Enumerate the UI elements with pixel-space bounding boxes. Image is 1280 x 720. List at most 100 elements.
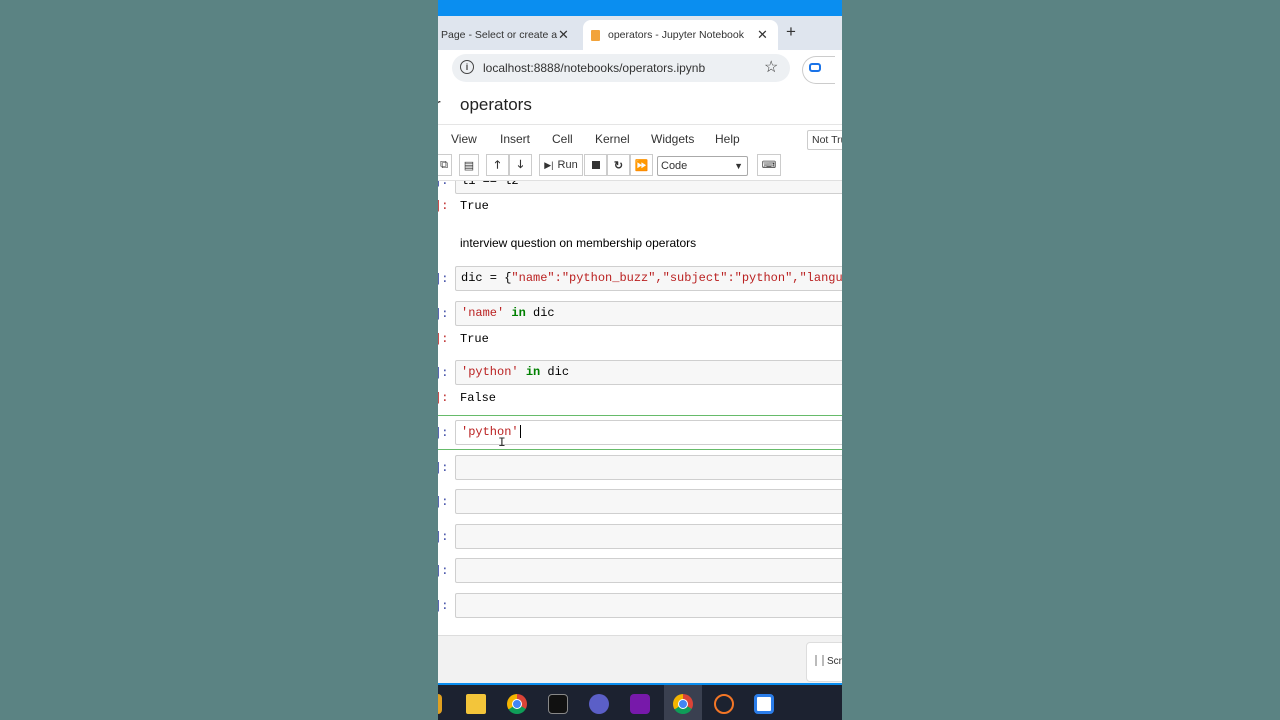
restart-button[interactable]: ↻	[607, 154, 630, 176]
run-label: Run	[557, 159, 578, 171]
new-tab-button[interactable]: +	[786, 22, 796, 42]
input-prompt: ]:	[438, 180, 449, 188]
screenshot-label: Scr	[827, 656, 842, 667]
input-prompt: ]:	[438, 530, 449, 544]
menu-kernel[interactable]: Kernel	[595, 132, 630, 146]
file-explorer-icon[interactable]	[466, 694, 486, 714]
input-prompt: ]:	[438, 599, 449, 613]
screen-capture-icon	[809, 63, 821, 72]
jupyter-icon[interactable]	[714, 694, 734, 714]
empty-code-cell[interactable]	[455, 489, 842, 514]
code-keyword: in	[525, 365, 541, 379]
cell-type-value: Code	[661, 160, 688, 172]
move-down-button[interactable]: 🡓	[509, 154, 532, 176]
code-cell-input[interactable]: 'name' in dic	[455, 301, 842, 326]
code-var: dic	[533, 306, 555, 320]
mouse-ibeam-cursor: I	[498, 435, 506, 450]
run-button[interactable]: ▶︎| Run	[539, 154, 583, 176]
markdown-cell[interactable]: interview question on membership operato…	[460, 236, 696, 250]
cell-output: False	[460, 391, 497, 405]
output-prompt: ]:	[438, 199, 449, 213]
input-prompt: ]:	[438, 495, 449, 509]
code-string: 'python'	[461, 365, 519, 379]
interrupt-button[interactable]	[584, 154, 607, 176]
notebook-footer: Scr	[438, 635, 842, 684]
teams-icon[interactable]	[589, 694, 609, 714]
copy-cell-button[interactable]: ⧉	[438, 154, 452, 176]
notebook-toolbar: ⧉ ▤ 🡑 🡓 ▶︎| Run ↻ ⏩ Code ▼ ⌨	[438, 152, 842, 180]
command-palette-button[interactable]: ⌨	[757, 154, 781, 176]
tab-page[interactable]: Page - Select or create a ✕	[438, 20, 581, 50]
input-prompt: ]:	[438, 272, 449, 286]
text-cursor	[519, 425, 521, 439]
restart-run-all-button[interactable]: ⏩	[630, 154, 653, 176]
jupyter-header: r operators	[438, 88, 842, 124]
terminal-icon[interactable]	[548, 694, 568, 714]
notebook-area: ]: l1 == l2 ]: True interview question o…	[438, 180, 842, 636]
code-var: dic	[547, 365, 570, 379]
menu-widgets[interactable]: Widgets	[651, 132, 694, 146]
paste-icon: ▤	[463, 159, 475, 172]
close-icon[interactable]: ✕	[757, 27, 768, 43]
browser-window: Page - Select or create a ✕ operators - …	[438, 0, 842, 720]
output-prompt: ]:	[438, 391, 449, 405]
screenshot-button[interactable]: Scr	[806, 642, 842, 682]
info-icon[interactable]: i	[460, 60, 474, 74]
tab-jupyter[interactable]: operators - Jupyter Notebook ✕	[583, 20, 778, 50]
empty-code-cell[interactable]	[455, 455, 842, 480]
active-code-cell-input[interactable]: 'python'	[455, 420, 842, 445]
step-forward-icon: ▶︎|	[544, 159, 554, 170]
jupyter-logo[interactable]: r	[438, 95, 441, 115]
cell-output: True	[460, 332, 489, 346]
restart-icon: ↻	[613, 159, 624, 172]
trusted-indicator[interactable]: Not Tru	[807, 130, 842, 150]
tab-title: Page - Select or create a	[441, 29, 558, 41]
drag-handle-icon[interactable]	[815, 655, 824, 666]
empty-code-cell[interactable]	[455, 524, 842, 549]
input-prompt: ]:	[438, 426, 449, 440]
input-prompt: ]:	[438, 461, 449, 475]
notebook-favicon-icon	[591, 29, 600, 41]
code-cell-input[interactable]: dic = {"name":"python_buzz","subject":"p…	[455, 266, 842, 291]
paste-cell-button[interactable]: ▤	[459, 154, 479, 176]
empty-code-cell[interactable]	[455, 558, 842, 583]
code-dict-body: "name":"python_buzz","subject":"python",…	[511, 271, 842, 285]
onenote-icon[interactable]	[630, 694, 650, 714]
selected-cell-border	[438, 449, 842, 450]
input-prompt: ]:	[438, 366, 449, 380]
stop-icon	[591, 161, 600, 169]
code-prefix: dic = {	[461, 271, 512, 285]
copy-icon: ⧉	[440, 158, 448, 171]
address-row: i localhost:8888/notebooks/operators.ipy…	[438, 50, 842, 88]
move-up-button[interactable]: 🡑	[486, 154, 509, 176]
extension-button[interactable]	[802, 56, 835, 84]
chevron-down-icon: ▼	[734, 161, 743, 171]
arrow-up-icon: 🡑	[494, 158, 501, 171]
code-string: 'python'	[461, 425, 519, 439]
url-text[interactable]: localhost:8888/notebooks/operators.ipynb	[483, 61, 705, 75]
chrome-active-icon[interactable]	[673, 694, 693, 714]
cell-type-select[interactable]: Code ▼	[657, 156, 748, 176]
windows-taskbar	[438, 683, 842, 720]
input-prompt: ]:	[438, 564, 449, 578]
menu-view[interactable]: View	[451, 132, 477, 146]
menu-help[interactable]: Help	[715, 132, 740, 146]
empty-code-cell[interactable]	[455, 593, 842, 618]
bookmark-star-icon[interactable]: ☆	[764, 57, 778, 77]
tab-title: operators - Jupyter Notebook	[608, 29, 744, 41]
keyboard-icon: ⌨	[761, 159, 777, 171]
chrome-icon[interactable]	[507, 694, 527, 714]
screen-capture-icon[interactable]	[754, 694, 774, 714]
code-cell-input[interactable]: l1 == l2	[455, 180, 842, 194]
menu-cell[interactable]: Cell	[552, 132, 573, 146]
cell-output: True	[460, 199, 489, 213]
app-icon[interactable]	[438, 694, 442, 714]
code-text: l1 == l2	[461, 180, 519, 188]
notebook-title[interactable]: operators	[460, 95, 532, 115]
code-cell-input[interactable]: 'python' in dic	[455, 360, 842, 385]
address-bar[interactable]: i localhost:8888/notebooks/operators.ipy…	[452, 54, 790, 82]
code-keyword: in	[511, 306, 526, 320]
menu-insert[interactable]: Insert	[500, 132, 530, 146]
selected-cell-border	[438, 415, 842, 416]
close-icon[interactable]: ✕	[558, 27, 569, 43]
